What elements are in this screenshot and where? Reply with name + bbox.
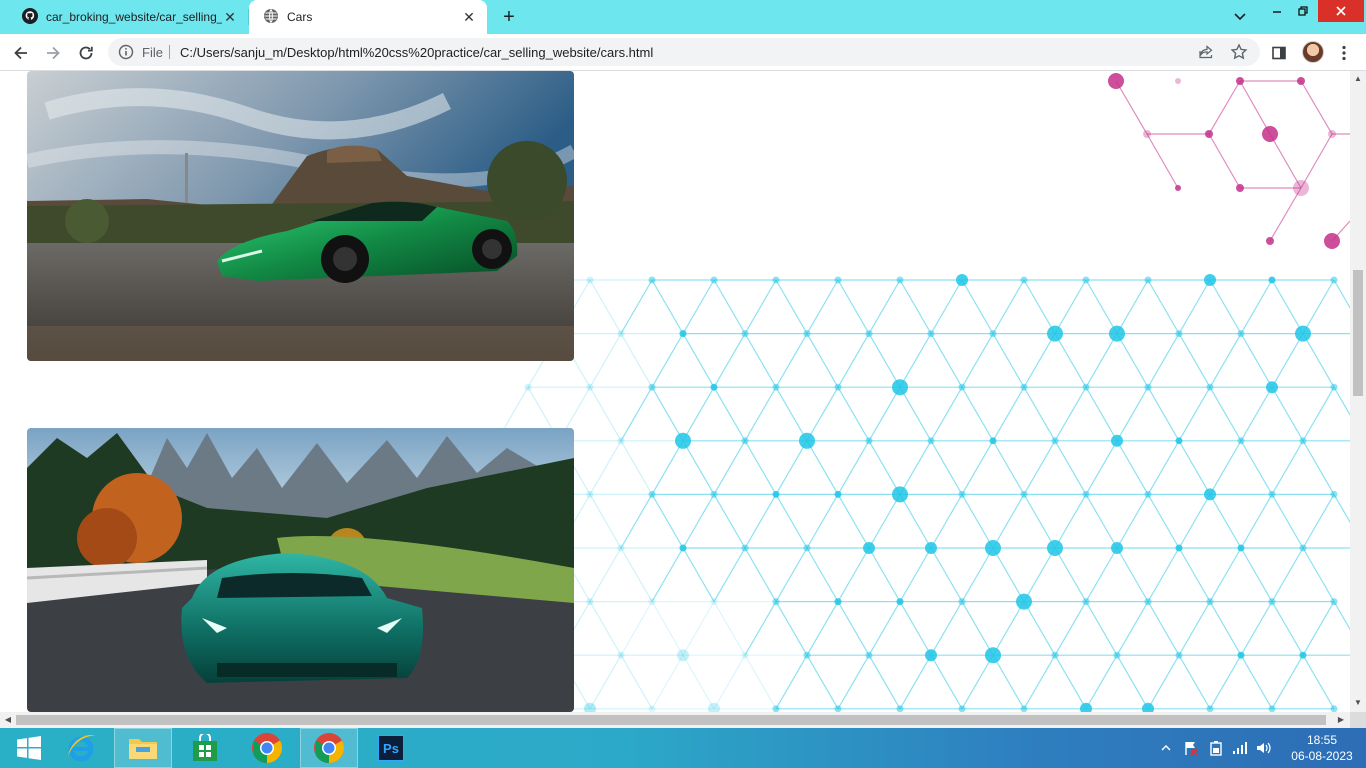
star-icon[interactable] (1230, 43, 1248, 64)
scroll-left-arrow-icon[interactable]: ◀ (3, 715, 13, 725)
start-icon[interactable] (0, 728, 58, 768)
internet-explorer-icon[interactable] (52, 728, 110, 768)
back-icon[interactable] (9, 41, 33, 65)
system-clock[interactable]: 18:55 06-08-2023 (1290, 732, 1354, 764)
horizontal-scroll-thumb[interactable] (16, 715, 1326, 725)
restore-button[interactable] (1288, 0, 1318, 22)
scheme-label: File (142, 45, 163, 60)
car-image-green-lamborghini (27, 71, 574, 361)
store-icon[interactable] (176, 728, 234, 768)
volume-icon[interactable] (1253, 728, 1275, 768)
omnibox-divider (169, 45, 170, 59)
clock-date: 06-08-2023 (1291, 749, 1353, 763)
share-icon[interactable] (1198, 44, 1214, 63)
windows-taskbar: Ps 18:55 06-08-2023 (0, 728, 1366, 768)
tab-title: car_broking_website/car_selling_w (46, 10, 222, 24)
scroll-down-arrow-icon[interactable]: ▼ (1353, 698, 1363, 708)
close-window-button[interactable] (1318, 0, 1364, 22)
photoshop-label: Ps (378, 735, 404, 761)
forward-icon[interactable] (41, 41, 65, 65)
page-viewport (0, 71, 1350, 712)
info-icon[interactable] (118, 44, 134, 60)
clock-time: 18:55 (1306, 733, 1338, 747)
github-icon (22, 7, 38, 27)
file-explorer-icon[interactable] (114, 728, 172, 768)
globe-icon (263, 8, 279, 27)
side-panel-icon[interactable] (1267, 41, 1291, 65)
horizontal-scrollbar[interactable]: ◀ ▶ (0, 712, 1350, 728)
scroll-right-arrow-icon[interactable]: ▶ (1336, 715, 1346, 725)
tab-cars[interactable]: Cars ✕ (249, 0, 487, 34)
tab-close-icon[interactable]: ✕ (222, 9, 238, 25)
profile-avatar[interactable] (1302, 41, 1324, 63)
car-image-teal-lamborghini (27, 428, 574, 712)
address-bar[interactable]: File C:/Users/sanju_m/Desktop/html%20css… (108, 38, 1260, 66)
menu-icon[interactable] (1332, 41, 1356, 65)
scrollbar-corner (1350, 712, 1366, 728)
vertical-scroll-thumb[interactable] (1353, 270, 1363, 396)
tab-title: Cars (287, 10, 313, 24)
tab-search-chevron-icon[interactable] (1230, 9, 1250, 25)
tab-strip: car_broking_website/car_selling_w ✕ Cars… (0, 0, 1366, 34)
chrome-icon[interactable] (238, 728, 296, 768)
new-tab-button[interactable]: + (498, 6, 520, 28)
url-text[interactable]: C:/Users/sanju_m/Desktop/html%20css%20pr… (180, 45, 653, 60)
scroll-up-arrow-icon[interactable]: ▲ (1353, 74, 1363, 84)
chrome-icon[interactable] (300, 728, 358, 768)
reload-icon[interactable] (74, 41, 98, 65)
browser-toolbar: File C:/Users/sanju_m/Desktop/html%20css… (0, 34, 1366, 71)
power-icon[interactable] (1205, 728, 1227, 768)
tab-github[interactable]: car_broking_website/car_selling_w ✕ (8, 0, 248, 34)
action-center-flag-icon[interactable] (1180, 728, 1202, 768)
vertical-scrollbar[interactable]: ▲ ▼ (1350, 71, 1366, 712)
show-hidden-icons-icon[interactable] (1158, 728, 1174, 768)
photoshop-icon[interactable]: Ps (362, 728, 420, 768)
tab-close-icon[interactable]: ✕ (461, 9, 477, 25)
network-icon[interactable] (1229, 728, 1251, 768)
